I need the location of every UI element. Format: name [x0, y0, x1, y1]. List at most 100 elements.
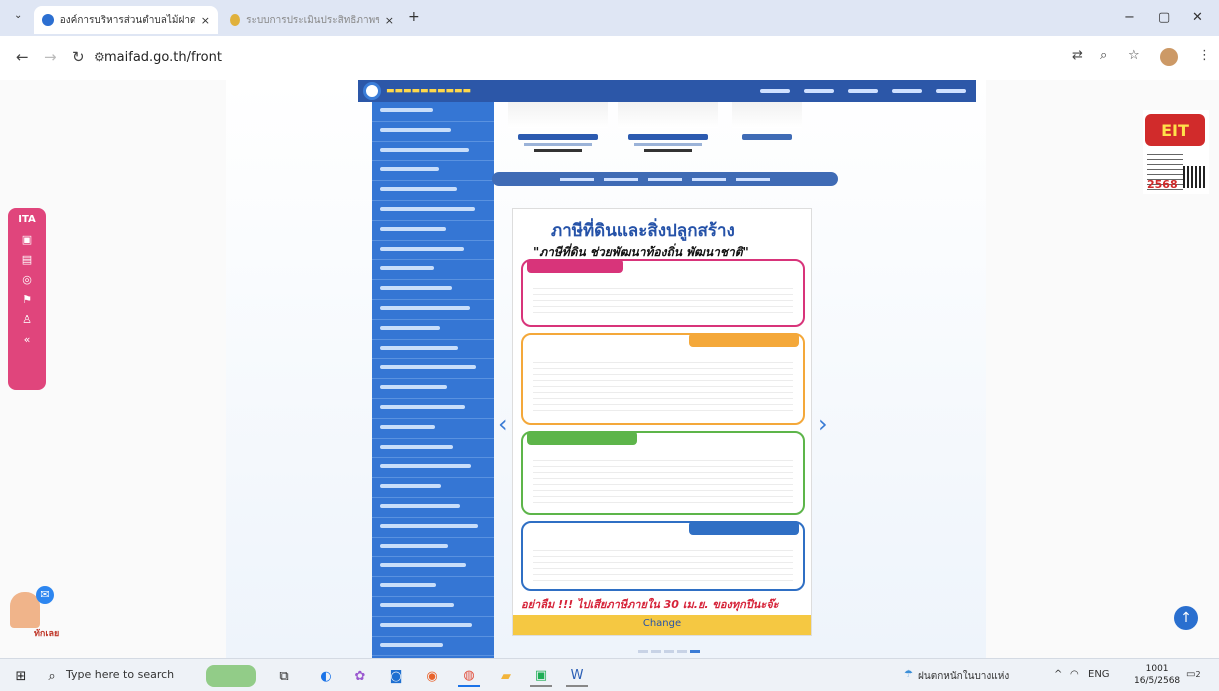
line-app-icon[interactable]: ▣ — [530, 665, 552, 687]
nav-item[interactable] — [892, 89, 922, 93]
language-indicator[interactable]: ENG — [1088, 669, 1110, 680]
close-tab-icon[interactable]: × — [201, 14, 210, 27]
close-window-button[interactable]: ✕ — [1192, 10, 1203, 25]
browser-toolbar: ← → ↻ ⚙ maifad.go.th/front ⇄ ⌕ ☆ ⋮ — [0, 36, 1219, 80]
copilot-icon[interactable]: ✿ — [350, 665, 370, 687]
edge-icon[interactable]: ◐ — [316, 665, 336, 687]
side-menu-item[interactable] — [372, 161, 494, 182]
ita-user-icon[interactable]: ♙ — [22, 314, 32, 325]
bookmark-star-icon[interactable]: ☆ — [1128, 48, 1140, 63]
task-view-icon[interactable]: ⧉ — [274, 665, 294, 687]
ita-flag-icon[interactable]: ⚑ — [22, 294, 32, 305]
minimize-button[interactable]: − — [1124, 10, 1135, 25]
clock[interactable]: 1001 16/5/2568 — [1134, 663, 1180, 687]
quick-link[interactable] — [692, 177, 726, 181]
network-icon[interactable]: ◠ — [1070, 669, 1079, 680]
side-menu-item[interactable] — [372, 557, 494, 578]
translate-icon[interactable]: ⇄ — [1072, 48, 1083, 63]
side-menu-item[interactable] — [372, 280, 494, 300]
firefox-icon[interactable]: ◉ — [422, 665, 442, 687]
side-menu-item[interactable] — [372, 637, 494, 657]
nav-item[interactable] — [760, 89, 790, 93]
forward-button[interactable]: → — [44, 48, 57, 66]
nav-item[interactable] — [804, 89, 834, 93]
tax-infographic-poster[interactable]: ภาษีที่ดินและสิ่งปลูกสร้าง "ภาษีที่ดิน ช… — [512, 208, 812, 636]
chrome-icon[interactable]: ◍ — [458, 665, 480, 687]
chat-widget[interactable]: ✉ ทักเลย — [8, 586, 74, 648]
side-menu-item[interactable] — [372, 102, 494, 122]
ita-doc-icon[interactable]: ▤ — [22, 254, 32, 265]
weather-icon[interactable]: ☂ — [904, 669, 913, 680]
nav-item[interactable] — [848, 89, 878, 93]
profile-avatar[interactable] — [1160, 48, 1178, 66]
side-menu-item[interactable] — [372, 478, 494, 498]
carousel-dot[interactable] — [664, 650, 674, 653]
new-tab-button[interactable]: + — [408, 9, 420, 25]
side-menu-item[interactable] — [372, 439, 494, 459]
side-menu-item[interactable] — [372, 320, 494, 340]
side-menu-item[interactable] — [372, 597, 494, 617]
quick-link[interactable] — [604, 177, 638, 181]
staff-profile-card[interactable] — [508, 102, 608, 162]
side-menu-item[interactable] — [372, 201, 494, 221]
side-menu-item[interactable] — [372, 498, 494, 518]
tab-search-icon[interactable]: ⌄ — [14, 10, 22, 21]
eit-banner[interactable]: EIT 2568 — [1143, 110, 1209, 194]
side-menu-item[interactable] — [372, 458, 494, 479]
close-tab-icon[interactable]: × — [385, 14, 394, 27]
carousel-prev-arrow[interactable]: ‹ — [498, 410, 508, 438]
maximize-button[interactable]: ▢ — [1158, 10, 1170, 25]
side-menu-item[interactable] — [372, 379, 494, 399]
carousel-dot[interactable] — [638, 650, 648, 653]
side-menu-item[interactable] — [372, 577, 494, 597]
site-logo[interactable] — [358, 80, 386, 102]
carousel-next-arrow[interactable]: › — [818, 410, 828, 438]
side-menu-item[interactable] — [372, 300, 494, 320]
side-menu-item[interactable] — [372, 518, 494, 538]
scroll-to-top-button[interactable]: ↑ — [1174, 606, 1198, 630]
tray-overflow-icon[interactable]: ^ — [1054, 669, 1062, 680]
carousel-dot[interactable] — [677, 650, 687, 653]
carousel-dot[interactable] — [651, 650, 661, 653]
address-bar[interactable]: maifad.go.th/front — [104, 50, 222, 65]
side-menu-item[interactable] — [372, 260, 494, 281]
notification-icon[interactable]: ▭2 — [1186, 669, 1201, 680]
reload-button[interactable]: ↻ — [72, 48, 85, 66]
side-menu-item[interactable] — [372, 122, 494, 142]
side-menu-item[interactable] — [372, 419, 494, 439]
file-explorer-icon[interactable]: ▰ — [496, 665, 516, 687]
menu-icon[interactable]: ⋮ — [1198, 48, 1211, 63]
side-menu-item[interactable] — [372, 359, 494, 380]
side-menu-item[interactable] — [372, 181, 494, 201]
ita-panel[interactable]: ITA ▣ ▤ ◎ ⚑ ♙ « — [8, 208, 46, 390]
outlook-icon[interactable]: ◙ — [386, 665, 406, 687]
side-menu-item[interactable] — [372, 241, 494, 261]
zoom-icon[interactable]: ⌕ — [1100, 48, 1107, 63]
weather-text[interactable]: ฝนตกหนักในบางแห่ง — [918, 669, 1009, 684]
side-menu-item[interactable] — [372, 538, 494, 558]
side-menu-item[interactable] — [372, 142, 494, 162]
side-menu-item[interactable] — [372, 399, 494, 419]
side-menu-item[interactable] — [372, 221, 494, 241]
word-icon[interactable]: W — [566, 665, 588, 687]
ita-search-icon[interactable]: ◎ — [22, 274, 32, 285]
tab-maifad[interactable]: องค์การบริหารส่วนตำบลไม้ฝาด 201 × — [34, 6, 218, 34]
quick-link[interactable] — [560, 177, 594, 181]
widget-bird-icon[interactable] — [206, 665, 256, 687]
taskbar-search-input[interactable]: Type here to search — [66, 668, 174, 681]
staff-profile-card[interactable] — [618, 102, 718, 162]
search-icon[interactable]: ⌕ — [44, 665, 60, 687]
side-menu-item[interactable] — [372, 617, 494, 637]
quick-link[interactable] — [648, 177, 682, 181]
messenger-icon[interactable]: ✉ — [36, 586, 54, 604]
staff-profile-card[interactable] — [732, 102, 802, 162]
carousel-dot-active[interactable] — [690, 650, 700, 653]
side-menu-item[interactable] — [372, 340, 494, 360]
quick-link[interactable] — [736, 177, 770, 181]
start-button-icon[interactable]: ⊞ — [12, 665, 30, 687]
back-button[interactable]: ← — [16, 48, 29, 66]
ita-collapse-icon[interactable]: « — [24, 334, 31, 345]
tab-evaluation[interactable]: ระบบการประเมินประสิทธิภาพขององ × — [222, 6, 402, 34]
ita-home-icon[interactable]: ▣ — [22, 234, 32, 245]
nav-item[interactable] — [936, 89, 966, 93]
